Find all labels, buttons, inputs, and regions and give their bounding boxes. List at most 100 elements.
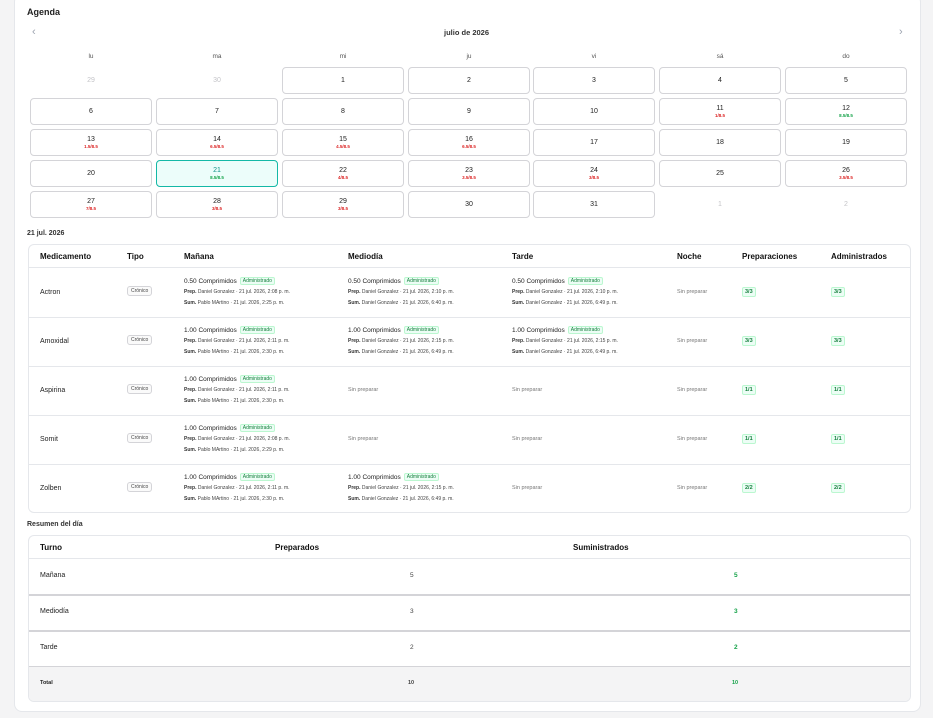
calendar-day-number: 9 [467, 108, 471, 115]
sum-info: Sum. Daniel Gonzalez · 21 jul. 2026, 6:4… [348, 349, 454, 355]
calendar-day-number: 2 [467, 77, 471, 84]
dose-amount: 1.00 Comprimidos [512, 327, 565, 334]
next-month-chevron-icon[interactable]: › [899, 26, 903, 38]
dose-amount: 0.50 Comprimidos [512, 278, 565, 285]
calendar-day[interactable]: 12 8.5/8.5 [785, 98, 907, 125]
row-divider [29, 415, 910, 416]
summary-total-label: Total [40, 680, 53, 686]
calendar-day-number: 19 [842, 139, 850, 146]
calendar-day[interactable]: 19 [785, 129, 907, 156]
prep-info: Prep. Daniel Gonzalez · 21 jul. 2026, 2:… [512, 338, 618, 344]
sum-info: Sum. Daniel Gonzalez · 21 jul. 2026, 6:4… [512, 300, 618, 306]
column-header: Preparaciones [742, 252, 798, 261]
prep-prefix: Prep. [184, 289, 197, 295]
prep-text: Daniel Gonzalez · 21 jul. 2026, 2:10 p. … [361, 289, 454, 295]
calendar-day[interactable]: 15 4.5/8.5 [282, 129, 404, 156]
calendar-day-number: 30 [465, 201, 473, 208]
calendar-day-number: 6 [89, 108, 93, 115]
administered-badge: Administrado [567, 277, 603, 285]
calendar-day[interactable]: 26 3.5/8.5 [785, 160, 907, 187]
calendar-day[interactable]: 3 [533, 67, 655, 94]
weekday-label: ju [466, 53, 472, 60]
calendar-day[interactable]: 24 3/8.5 [533, 160, 655, 187]
summary-shift: Mañana [40, 572, 66, 579]
calendar-day[interactable]: 11 1/8.5 [659, 98, 781, 125]
calendar-day[interactable]: 6 [30, 98, 152, 125]
weekday-label: do [842, 53, 850, 60]
calendar-day-ratio: 4.5/8.5 [336, 144, 350, 149]
not-prepared-text: Sin preparar [677, 436, 708, 442]
calendar-day[interactable]: 31 [533, 191, 655, 218]
administered-count: 2/2 [831, 483, 845, 493]
calendar-day[interactable]: 1 [282, 67, 404, 94]
preparations-count: 1/1 [742, 385, 756, 395]
summary-prepared: 2 [410, 644, 414, 651]
sum-text: Pablo MArtino · 21 jul. 2026, 2:25 p. m. [197, 300, 285, 306]
sum-text: Pablo MArtino · 21 jul. 2026, 2:30 p. m. [197, 398, 285, 404]
column-header: Medicamento [40, 252, 92, 261]
calendar-day[interactable]: 1 [659, 191, 781, 218]
calendar-day[interactable]: 16 6.5/8.5 [408, 129, 530, 156]
table-row: Actron Crónico 0.50 Comprimidos Administrad… [29, 268, 910, 317]
calendar-day[interactable]: 2 [408, 67, 530, 94]
calendar-day[interactable]: 10 [533, 98, 655, 125]
weekday-label: vi [591, 53, 597, 60]
calendar-day[interactable]: 2 [785, 191, 907, 218]
preparations-count: 3/3 [742, 336, 756, 346]
sum-prefix: Sum. [184, 496, 197, 502]
calendar-day[interactable]: 27 7/8.5 [30, 191, 152, 218]
type-badge: Crónico [127, 335, 153, 345]
calendar-day-number: 22 [339, 167, 347, 174]
summary-row [29, 559, 910, 595]
summary-header: Preparados [275, 543, 320, 552]
calendar-day-number: 21 [213, 167, 221, 174]
not-prepared-text: Sin preparar [677, 289, 708, 295]
column-header: Mediodía [348, 252, 383, 261]
calendar-day[interactable]: 23 3.5/8.5 [408, 160, 530, 187]
medication-name: Actron [40, 289, 61, 296]
prep-prefix: Prep. [512, 289, 525, 295]
calendar-day[interactable]: 29 [30, 67, 152, 94]
dose-amount: 1.00 Comprimidos [184, 425, 237, 432]
type-badge: Crónico [127, 482, 153, 492]
calendar-day[interactable]: 25 [659, 160, 781, 187]
calendar-day[interactable]: 20 [30, 160, 152, 187]
calendar-day[interactable]: 7 [156, 98, 278, 125]
calendar-day[interactable]: 14 6.5/8.5 [156, 129, 278, 156]
sum-prefix: Sum. [184, 398, 197, 404]
calendar-day[interactable]: 4 [659, 67, 781, 94]
prep-info: Prep. Daniel Gonzalez · 21 jul. 2026, 2:… [348, 338, 454, 344]
calendar-day[interactable]: 5 [785, 67, 907, 94]
sum-info: Sum. Pablo MArtino · 21 jul. 2026, 2:30 … [184, 349, 284, 355]
calendar-day[interactable]: 22 4/8.5 [282, 160, 404, 187]
calendar-day[interactable]: 28 3/8.5 [156, 191, 278, 218]
not-prepared-text: Sin preparar [348, 436, 379, 442]
calendar-day[interactable]: 30 [156, 67, 278, 94]
summary-prepared: 5 [410, 572, 414, 579]
calendar-day[interactable]: 9 [408, 98, 530, 125]
sum-text: Pablo MArtino · 21 jul. 2026, 2:30 p. m. [197, 496, 285, 502]
preparations-count: 1/1 [742, 434, 756, 444]
calendar-day[interactable]: 30 [408, 191, 530, 218]
column-header: Tarde [512, 252, 534, 261]
calendar-day[interactable]: 18 [659, 129, 781, 156]
weekday-label: mi [339, 53, 347, 60]
summary-prepared: 3 [410, 608, 414, 615]
calendar-day-number: 7 [215, 108, 219, 115]
prep-prefix: Prep. [348, 289, 361, 295]
dose-text: 1.00 Comprimidos Administrado [184, 375, 275, 383]
calendar-day[interactable]: 17 [533, 129, 655, 156]
calendar-day-number: 2 [844, 201, 848, 208]
not-prepared-text: Sin preparar [348, 387, 379, 393]
sum-prefix: Sum. [348, 496, 361, 502]
calendar-day[interactable]: 13 1.5/8.5 [30, 129, 152, 156]
row-divider [29, 317, 910, 318]
prep-prefix: Prep. [184, 485, 197, 491]
administered-badge: Administrado [239, 277, 275, 285]
administered-count: 1/1 [831, 385, 845, 395]
calendar-day[interactable]: 8 [282, 98, 404, 125]
calendar-day[interactable]: 21 8.5/8.5 [156, 160, 278, 187]
administered-badge: Administrado [239, 424, 275, 432]
calendar-day[interactable]: 29 3/8.5 [282, 191, 404, 218]
calendar-day-number: 29 [87, 77, 95, 84]
